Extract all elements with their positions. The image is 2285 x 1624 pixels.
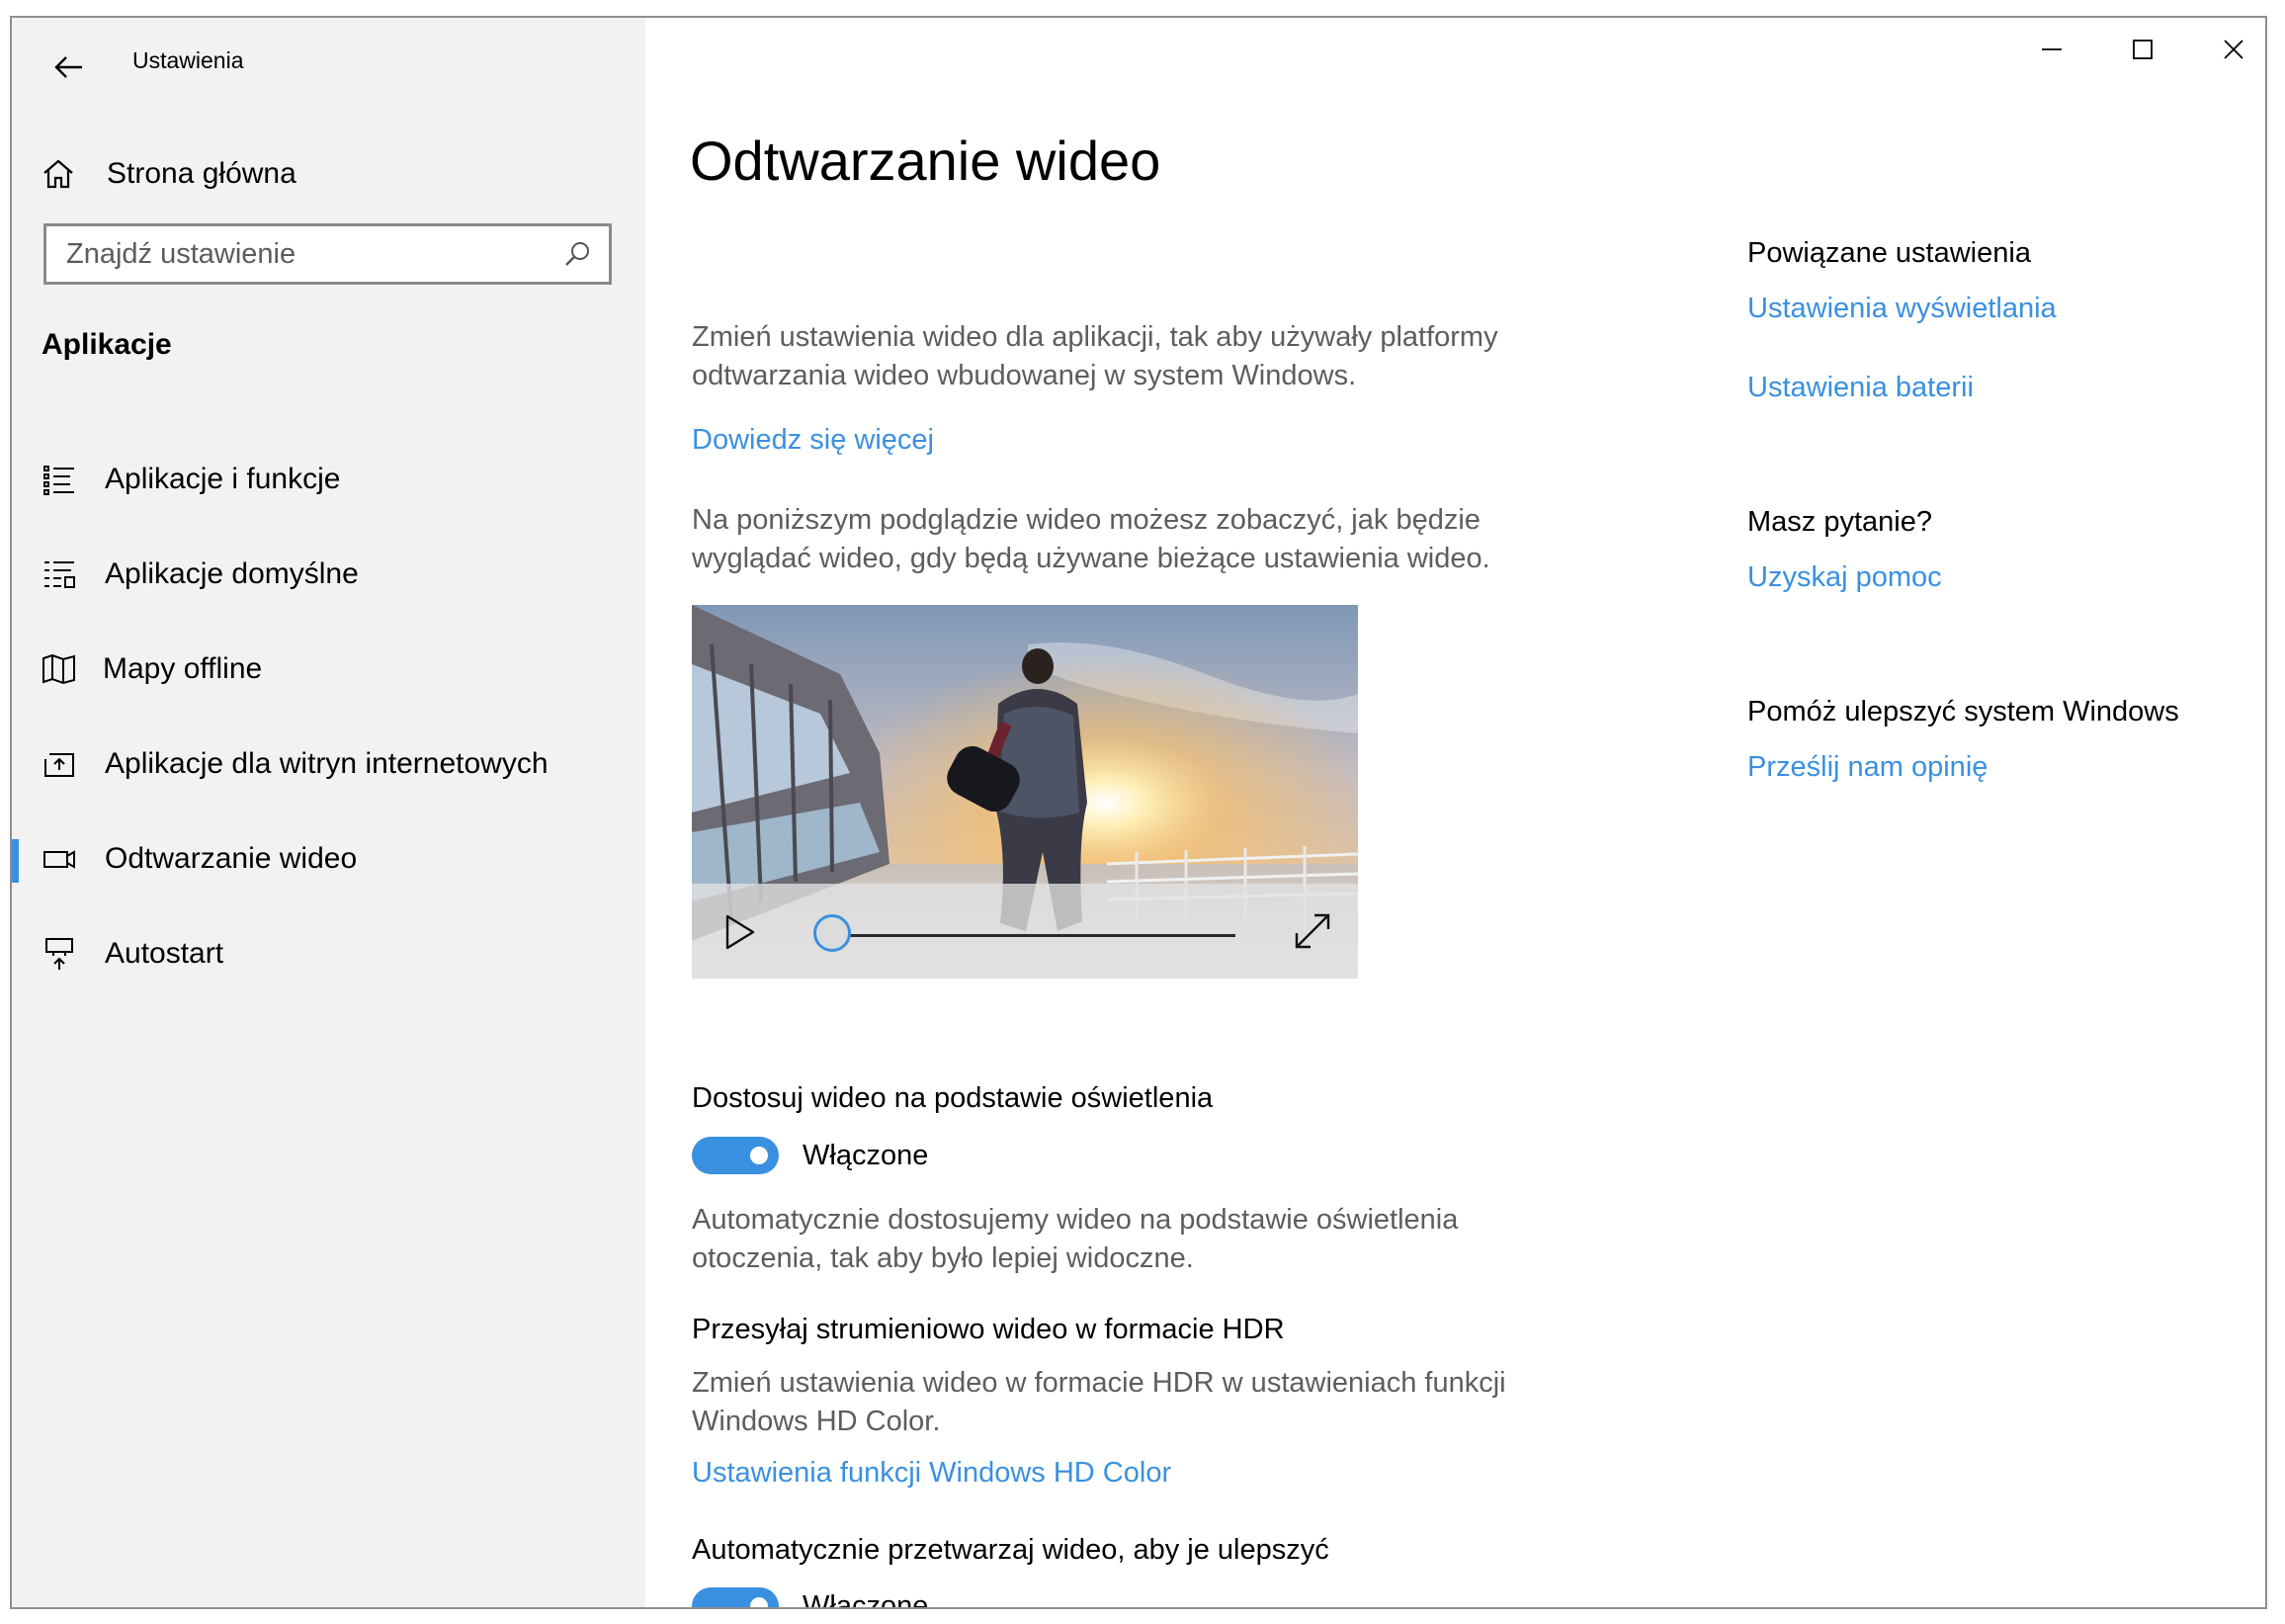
sidebar-item-apps-for-websites[interactable]: Aplikacje dla witryn internetowych [12,725,645,804]
seek-bar[interactable] [830,934,1235,937]
section-title: Aplikacje [42,328,172,361]
battery-settings-link[interactable]: Ustawienia baterii [1747,372,1974,404]
maximize-button[interactable] [2097,18,2188,81]
feedback-heading: Pomóż ulepszyć system Windows [1747,696,2179,727]
sidebar-item-label: Autostart [105,937,224,970]
home-icon [43,159,73,189]
search-box[interactable] [43,223,612,285]
apps-features-icon [43,466,74,495]
enhance-toggle[interactable] [692,1587,779,1607]
sidebar-item-video-playback[interactable]: Odtwarzanie wideo [12,819,645,898]
lighting-toggle[interactable] [692,1137,779,1174]
preview-description: Na poniższym podglądzie wideo możesz zob… [692,504,1490,574]
sidebar-item-label: Mapy offline [103,652,263,685]
get-help-link[interactable]: Uzyskaj pomoc [1747,561,1942,594]
intro-text: Zmień ustawienia wideo dla aplikacji, ta… [692,321,1498,391]
maximize-icon [2133,40,2153,59]
enhance-toggle-state: Włączone [803,1589,929,1609]
sidebar-item-apps-features[interactable]: Aplikacje i funkcje [12,440,645,519]
learn-more-link[interactable]: Dowiedz się więcej [692,424,934,457]
app-title: Ustawienia [132,47,244,73]
question-heading: Masz pytanie? [1747,506,1932,538]
minimize-icon [2042,48,2062,50]
sidebar-item-default-apps[interactable]: Aplikacje domyślne [12,535,645,614]
lighting-toggle-row: Włączone [692,1137,928,1174]
search-input[interactable] [66,237,563,271]
seek-thumb[interactable] [813,914,851,952]
enhance-toggle-row: Włączone [692,1587,929,1609]
settings-window: Ustawienia Strona główna Aplikacje [10,16,2267,1609]
enhance-heading: Automatycznie przetwarzaj wideo, aby je … [692,1534,1329,1566]
home-nav-item[interactable]: Strona główna [42,144,296,204]
home-label: Strona główna [107,157,296,190]
sidebar-item-label: Aplikacje domyślne [105,557,359,590]
video-playback-icon [43,850,75,869]
search-icon[interactable] [563,240,591,268]
fullscreen-icon[interactable] [1291,909,1334,953]
back-button[interactable] [42,40,97,95]
play-icon[interactable] [721,913,757,951]
lighting-description: Automatycznie dostosujemy wideo na podst… [692,1204,1459,1274]
sidebar-item-offline-maps[interactable]: Mapy offline [12,630,645,709]
apps-for-websites-icon [44,753,74,777]
offline-maps-icon [42,653,75,685]
toggle-knob [750,1147,768,1164]
related-settings-heading: Powiązane ustawienia [1747,237,2031,269]
page-title: Odtwarzanie wideo [690,129,1161,192]
selection-indicator [12,839,19,883]
toggle-knob [750,1597,768,1607]
startup-icon [45,938,73,970]
lighting-toggle-state: Włączone [803,1139,929,1171]
feedback-link[interactable]: Prześlij nam opinię [1747,751,1988,784]
video-preview[interactable] [692,605,1358,979]
lighting-heading: Dostosuj wideo na podstawie oświetlenia [692,1082,1214,1114]
minimize-button[interactable] [2006,18,2097,81]
sidebar-item-label: Odtwarzanie wideo [105,842,358,875]
display-settings-link[interactable]: Ustawienia wyświetlania [1747,293,2057,325]
sidebar-item-label: Aplikacje i funkcje [105,463,341,495]
default-apps-icon [44,561,75,588]
hd-color-settings-link[interactable]: Ustawienia funkcji Windows HD Color [692,1457,1171,1490]
hdr-description: Zmień ustawienia wideo w formacie HDR w … [692,1367,1506,1437]
sidebar-item-startup[interactable]: Autostart [12,914,645,993]
sidebar-item-label: Aplikacje dla witryn internetowych [105,747,549,780]
sidebar: Ustawienia Strona główna Aplikacje [12,18,645,1607]
hdr-heading: Przesyłaj strumieniowo wideo w formacie … [692,1314,1285,1345]
back-arrow-icon [54,56,82,78]
close-icon [2224,40,2243,59]
video-controls [692,884,1358,979]
close-button[interactable] [2188,18,2265,81]
